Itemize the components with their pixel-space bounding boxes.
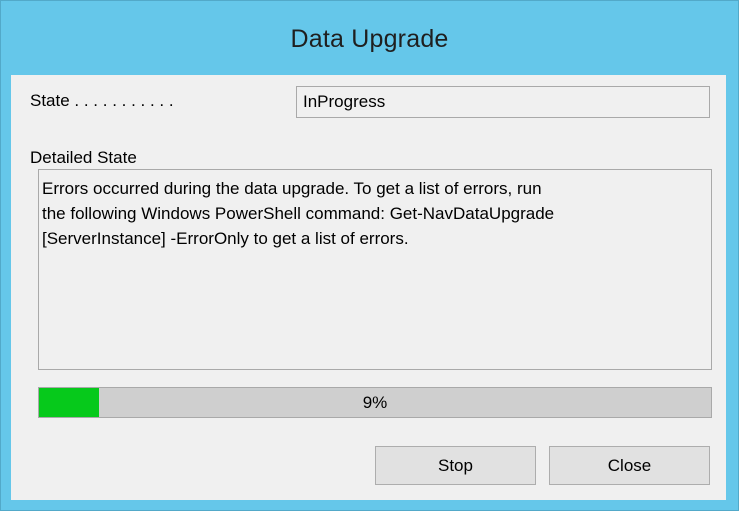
state-label: State . . . . . . . . . . . [30,91,174,110]
detailed-state-label: Detailed State [30,148,137,167]
close-button[interactable]: Close [549,446,710,485]
detailed-state-textbox[interactable]: Errors occurred during the data upgrade.… [38,169,712,370]
progress-bar: 9% [38,387,712,418]
window-title: Data Upgrade [290,24,449,53]
title-bar[interactable]: Data Upgrade [1,1,738,77]
progress-percent-label: 9% [362,392,388,412]
state-value: InProgress [303,92,386,111]
stop-button[interactable]: Stop [375,446,536,485]
state-field: InProgress [296,86,710,118]
